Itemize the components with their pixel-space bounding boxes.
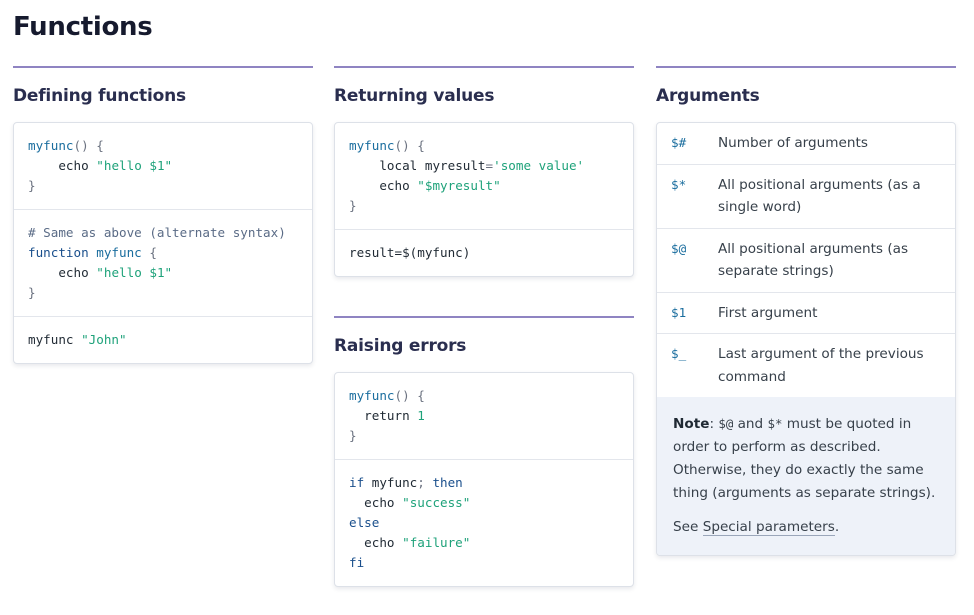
table-row: $_ Last argument of the previous command bbox=[657, 334, 955, 397]
arg-symbol: $# bbox=[671, 135, 687, 150]
code-token: } bbox=[28, 178, 36, 193]
code-token: myfunc bbox=[28, 332, 74, 347]
section-divider bbox=[13, 66, 313, 68]
arg-symbol: $_ bbox=[671, 346, 687, 361]
column-returning: Returning values myfunc() { local myresu… bbox=[334, 66, 634, 587]
code-token: myfunc bbox=[28, 138, 74, 153]
arg-description: All positional arguments (as separate st… bbox=[718, 240, 909, 280]
code-token: "hello $1" bbox=[96, 265, 173, 280]
arg-symbol: $@ bbox=[671, 240, 687, 256]
section-title: Arguments bbox=[656, 86, 760, 106]
note-symbol: $@ bbox=[718, 416, 734, 431]
table-row: $@ All positional arguments (as separate… bbox=[657, 229, 955, 293]
code-token: function bbox=[28, 245, 89, 260]
table-row: $* All positional arguments (as a single… bbox=[657, 165, 955, 229]
note-text: Note: $@ and $* must be quoted in order … bbox=[673, 412, 939, 505]
code-comment: # Same as above (alternate syntax) bbox=[28, 225, 286, 240]
code-token: ; bbox=[417, 475, 425, 490]
code-token: echo bbox=[58, 265, 89, 280]
code-token: else bbox=[349, 515, 380, 530]
table-row: $# Number of arguments bbox=[657, 123, 955, 165]
note-fragment: . bbox=[834, 519, 840, 535]
code-card: myfunc() { local myresult='some value' e… bbox=[334, 122, 634, 277]
section-returning-values: Returning values myfunc() { local myresu… bbox=[334, 66, 634, 277]
special-parameters-link[interactable]: Special parameters bbox=[702, 519, 835, 536]
code-token: "John" bbox=[81, 332, 127, 347]
code-block: # Same as above (alternate syntax) functi… bbox=[14, 209, 312, 316]
code-token: 'some value' bbox=[493, 158, 585, 173]
code-block: myfunc() { local myresult='some value' e… bbox=[335, 123, 633, 229]
code-token: () { bbox=[394, 138, 425, 153]
arg-description: Number of arguments bbox=[718, 135, 868, 151]
code-token: fi bbox=[349, 555, 365, 570]
code-token: if bbox=[349, 475, 365, 490]
code-token: myfunc bbox=[349, 138, 395, 153]
column-arguments: Arguments $# Number of arguments $* All … bbox=[656, 66, 956, 556]
arguments-table: $# Number of arguments $* All positional… bbox=[656, 122, 956, 556]
code-token: echo bbox=[58, 158, 89, 173]
table-row: $1 First argument bbox=[657, 293, 955, 334]
code-token: echo bbox=[364, 495, 395, 510]
page-title: Functions bbox=[13, 12, 153, 42]
code-token: echo bbox=[364, 535, 395, 550]
section-divider bbox=[656, 66, 956, 68]
code-block: myfunc() { echo "hello $1"} bbox=[14, 123, 312, 209]
section-title: Raising errors bbox=[334, 336, 467, 356]
code-card: myfunc() { echo "hello $1"} # Same as ab… bbox=[13, 122, 313, 364]
note-symbol: $* bbox=[767, 416, 783, 431]
code-token: "success" bbox=[402, 495, 471, 510]
code-token: myfunc bbox=[96, 245, 142, 260]
code-token: = bbox=[485, 158, 494, 173]
code-token: () { bbox=[394, 388, 425, 403]
section-defining-functions: Defining functions myfunc() { echo "hell… bbox=[13, 66, 313, 364]
code-token: } bbox=[349, 198, 357, 213]
code-token: myfunc bbox=[349, 388, 395, 403]
code-token: return bbox=[364, 408, 410, 423]
note-label: Note bbox=[673, 416, 710, 432]
code-token: 1 bbox=[417, 408, 425, 423]
code-token: "$myresult" bbox=[417, 178, 501, 193]
section-divider bbox=[334, 66, 634, 68]
code-token: echo bbox=[379, 178, 410, 193]
code-token: then bbox=[432, 475, 463, 490]
code-token: myfunc bbox=[364, 475, 418, 490]
note-fragment: and bbox=[733, 416, 768, 432]
code-token: "hello $1" bbox=[96, 158, 173, 173]
code-block: myfunc() { return 1} bbox=[335, 373, 633, 459]
arg-description: All positional arguments (as a single wo… bbox=[718, 176, 921, 216]
code-block: if myfunc; then echo "success" else echo … bbox=[335, 459, 633, 586]
note-box: Note: $@ and $* must be quoted in order … bbox=[657, 397, 955, 555]
column-defining: Defining functions myfunc() { echo "hell… bbox=[13, 66, 313, 364]
code-block: myfunc "John" bbox=[14, 316, 312, 363]
note-colon: : bbox=[709, 416, 715, 432]
code-token: "failure" bbox=[402, 535, 471, 550]
arg-symbol: $1 bbox=[671, 304, 687, 320]
section-title: Returning values bbox=[334, 86, 495, 106]
note-see-also: See Special parameters. bbox=[673, 516, 939, 539]
code-card: myfunc() { return 1} if myfunc; then ech… bbox=[334, 372, 634, 587]
section-raising-errors: Raising errors myfunc() { return 1} if m… bbox=[334, 316, 634, 587]
code-token: myresult bbox=[424, 158, 486, 173]
code-token: { bbox=[149, 245, 157, 260]
section-title: Defining functions bbox=[13, 86, 186, 106]
code-block: result=$(myfunc) bbox=[335, 229, 633, 276]
section-divider bbox=[334, 316, 634, 318]
arg-description: Last argument of the previous command bbox=[718, 346, 924, 385]
arg-symbol: $* bbox=[671, 176, 687, 192]
code-token: } bbox=[28, 285, 36, 300]
code-token: result=$(myfunc) bbox=[349, 245, 471, 260]
note-fragment: See bbox=[673, 519, 703, 535]
section-arguments: Arguments $# Number of arguments $* All … bbox=[656, 66, 956, 556]
arg-description: First argument bbox=[718, 304, 818, 321]
code-token: } bbox=[349, 428, 357, 443]
code-token: () { bbox=[73, 138, 104, 153]
code-token: local bbox=[379, 158, 418, 173]
